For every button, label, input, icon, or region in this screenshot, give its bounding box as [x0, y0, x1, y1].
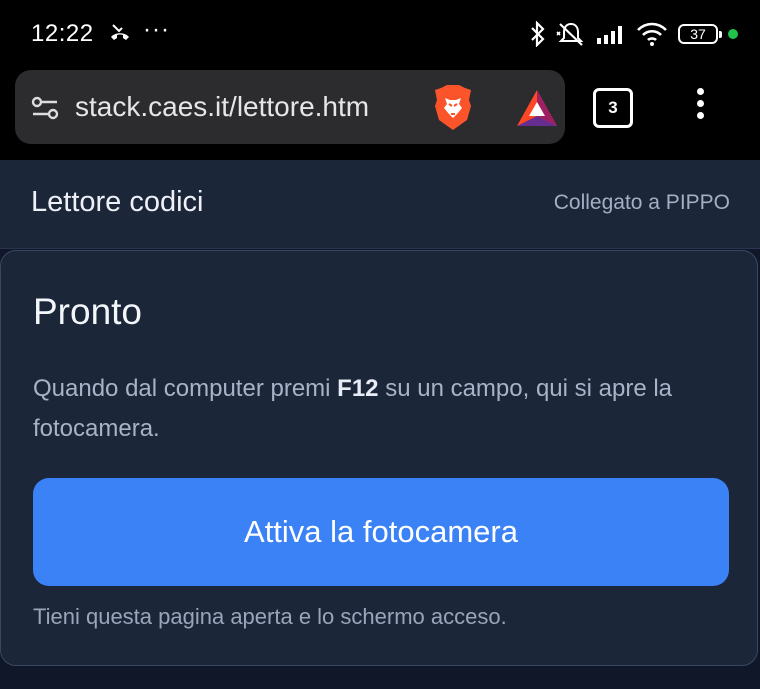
desc-before: Quando dal computer premi [33, 375, 338, 402]
card-title: Pronto [33, 291, 143, 332]
connection-status: Collegato a PIPPO [553, 191, 730, 214]
overflow-menu-icon[interactable] [690, 88, 710, 128]
tab-count: 3 [608, 98, 618, 117]
tab-switcher-button[interactable]: 3 [593, 88, 633, 128]
site-settings-icon[interactable] [31, 94, 59, 122]
status-bar: 12:22 ··· 37 [0, 0, 760, 70]
url-text[interactable]: stack.caes.it/lettore.htm [75, 91, 415, 123]
active-indicator-dot [728, 29, 738, 39]
status-time: 12:22 [31, 20, 94, 47]
battery-level: 37 [690, 26, 706, 42]
card-note: Tieni questa pagina aperta e lo schermo … [33, 604, 507, 629]
address-bar[interactable]: stack.caes.it/lettore.htm [15, 70, 565, 144]
desc-key: F12 [337, 375, 379, 402]
signal-icon [597, 26, 622, 44]
notification-dots: ··· [143, 16, 170, 43]
wifi-icon [637, 22, 667, 46]
bat-rewards-icon[interactable] [515, 88, 559, 128]
missed-call-icon [111, 24, 129, 40]
page-title: Lettore codici [31, 186, 204, 218]
status-icons: 37 [530, 20, 738, 48]
card-description: Quando dal computer premi F12 su un camp… [33, 369, 723, 449]
bluetooth-icon [531, 21, 545, 47]
brave-shields-icon[interactable] [431, 84, 475, 132]
browser-toolbar: stack.caes.it/lettore.htm 3 [0, 70, 760, 160]
activate-camera-button[interactable]: Attiva la fotocamera [33, 478, 729, 586]
screen: 12:22 ··· 37 stack.caes.it/lettore.htm 3… [0, 0, 760, 689]
scanner-card: Pronto Quando dal computer premi F12 su … [0, 250, 758, 666]
battery-indicator: 37 [678, 24, 722, 44]
page-header: Lettore codici Collegato a PIPPO [0, 160, 760, 249]
muted-bell-icon [556, 22, 584, 46]
